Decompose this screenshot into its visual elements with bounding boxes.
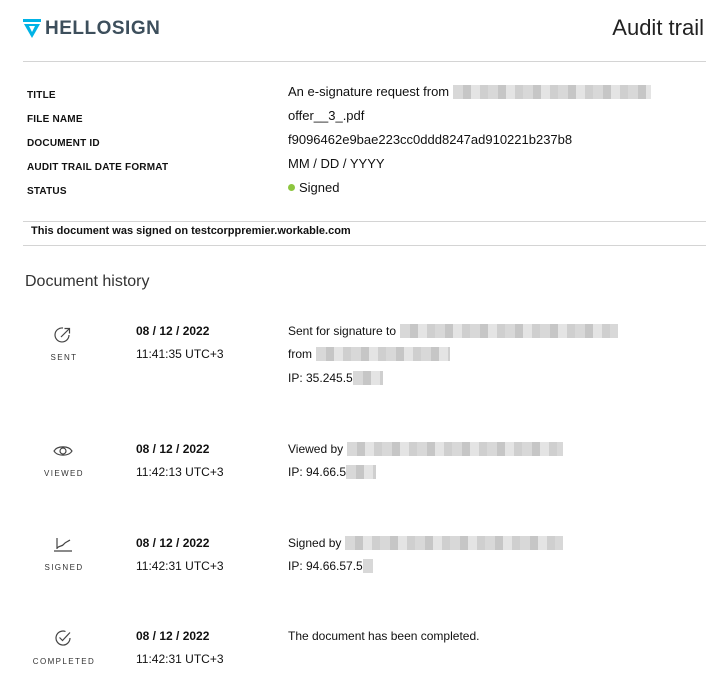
meta-value: MM / DD / YYYY (288, 156, 385, 171)
meta-value: offer__3_.pdf (288, 108, 365, 123)
meta-label: FILE NAME (27, 114, 83, 125)
header-divider (23, 61, 706, 62)
meta-value: An e-signature request from (288, 84, 652, 99)
meta-label: DOCUMENT ID (27, 138, 100, 149)
event-time: 11:41:35 UTC+3 (136, 347, 224, 361)
event-detail: Sent for signature to (288, 324, 619, 338)
redacted-block (362, 559, 373, 573)
event-detail-text: IP: 94.66.5 (288, 465, 347, 479)
divider (23, 221, 706, 222)
signed-note: This document was signed on testcorpprem… (31, 225, 351, 237)
event-time: 11:42:13 UTC+3 (136, 465, 224, 479)
signature-icon (54, 538, 72, 552)
meta-label: STATUS (27, 186, 67, 197)
divider (23, 245, 706, 246)
redacted-block (400, 324, 619, 338)
title-text: An e-signature request from (288, 84, 450, 99)
meta-row-date-format: AUDIT TRAIL DATE FORMAT MM / DD / YYYY (0, 154, 721, 178)
event-detail-text: from (288, 347, 312, 361)
eye-icon (53, 446, 73, 456)
hellosign-logo-icon (23, 19, 41, 38)
meta-row-status: STATUS Signed (0, 178, 721, 202)
hellosign-logo: HELLOSIGN (23, 18, 160, 40)
event-detail: Viewed by (288, 442, 564, 456)
event-detail-text: Signed by (288, 536, 342, 550)
meta-value: f9096462e9bae223cc0ddd8247ad910221b237b8 (288, 132, 573, 147)
event-detail: The document has been completed. (288, 629, 480, 643)
event-time: 11:42:31 UTC+3 (136, 559, 224, 573)
redacted-block (345, 536, 564, 550)
redacted-block (346, 465, 377, 479)
send-icon (54, 327, 71, 343)
event-detail-text: Viewed by (288, 442, 344, 456)
event-date: 08 / 12 / 2022 (136, 536, 210, 550)
event-date: 08 / 12 / 2022 (136, 629, 210, 643)
event-date: 08 / 12 / 2022 (136, 442, 210, 456)
event-detail: IP: 35.245.5 (288, 371, 383, 385)
redacted-block (352, 371, 383, 385)
event-time: 11:42:31 UTC+3 (136, 652, 224, 666)
meta-row-document-id: DOCUMENT ID f9096462e9bae223cc0ddd8247ad… (0, 130, 721, 154)
redacted-block (453, 84, 652, 99)
event-detail-text: Sent for signature to (288, 324, 397, 338)
meta-row-title: TITLE An e-signature request from (0, 82, 721, 106)
meta-label: AUDIT TRAIL DATE FORMAT (27, 162, 169, 173)
page-title: Audit trail (612, 15, 704, 40)
brand-name: HELLOSIGN (45, 18, 161, 39)
meta-row-file-name: FILE NAME offer__3_.pdf (0, 106, 721, 130)
event-date: 08 / 12 / 2022 (136, 324, 210, 338)
meta-value: Signed (288, 180, 339, 195)
event-detail: from (288, 347, 450, 361)
event-detail: IP: 94.66.5 (288, 465, 377, 479)
event-label: SENT (50, 353, 78, 362)
event-detail-text: IP: 35.245.5 (288, 371, 353, 385)
event-label: VIEWED (44, 469, 84, 478)
header: HELLOSIGN Audit trail (0, 0, 721, 62)
event-label: SIGNED (44, 563, 84, 572)
status-dot (288, 184, 295, 191)
check-circle-icon (55, 630, 71, 646)
redacted-block (347, 442, 564, 456)
document-history-title: Document history (25, 273, 150, 290)
redacted-block (316, 347, 450, 361)
event-detail-text: IP: 94.66.57.5 (288, 559, 363, 573)
status-text: Signed (299, 180, 340, 195)
event-detail: Signed by (288, 536, 564, 550)
meta-label: TITLE (27, 90, 56, 101)
event-detail: IP: 94.66.57.5 (288, 559, 373, 573)
event-label: COMPLETED (32, 657, 96, 666)
